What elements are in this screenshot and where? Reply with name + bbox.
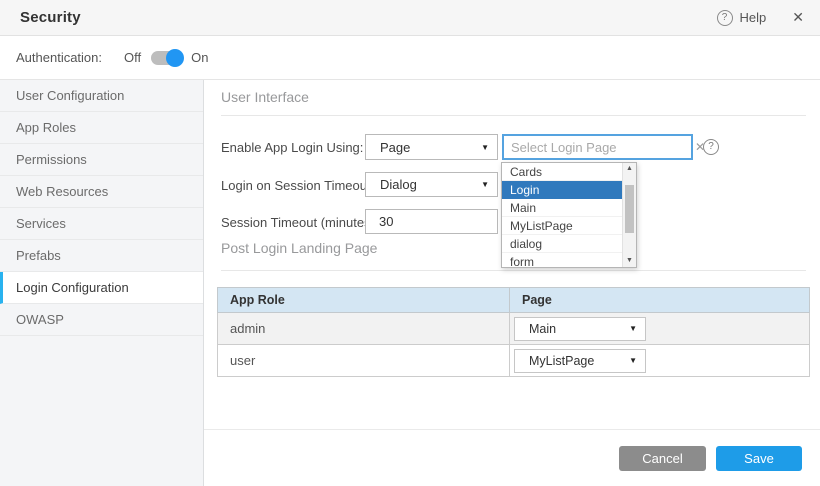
chevron-down-icon: ▼ <box>481 143 497 152</box>
enable-app-login-select[interactable]: Page ▼ <box>365 134 498 160</box>
dropdown-scrollbar[interactable]: ▲ ▼ <box>622 163 636 267</box>
login-page-picker: ✕ <box>502 134 693 160</box>
app-role-cell: user <box>218 345 510 377</box>
sidebar-item-owasp[interactable]: OWASP <box>0 304 203 336</box>
column-header-page: Page <box>510 288 810 313</box>
login-on-session-timeout-select[interactable]: Dialog ▼ <box>365 172 498 197</box>
sidebar-item-services[interactable]: Services <box>0 208 203 240</box>
dropdown-option-login[interactable]: Login <box>502 181 622 199</box>
login-on-session-timeout-value: Dialog <box>366 177 417 192</box>
chevron-down-icon: ▼ <box>629 324 645 333</box>
footer-divider <box>204 429 820 430</box>
help-icon[interactable]: ? <box>717 10 733 26</box>
login-page-search-input[interactable] <box>504 136 687 158</box>
cancel-button[interactable]: Cancel <box>619 446 706 471</box>
dropdown-option-dialog[interactable]: dialog <box>502 235 622 253</box>
user-page-select[interactable]: MyListPage ▼ <box>514 349 646 373</box>
scroll-up-icon[interactable]: ▲ <box>623 163 636 175</box>
sidebar-item-web-resources[interactable]: Web Resources <box>0 176 203 208</box>
sidebar-item-login-configuration[interactable]: Login Configuration <box>0 272 203 304</box>
session-timeout-input[interactable] <box>365 209 498 234</box>
security-dialog: Security ? Help ✕ Authentication: Off On… <box>0 0 820 486</box>
table-header-row: App Role Page <box>218 288 810 313</box>
session-timeout-label: Session Timeout (minutes): <box>221 215 379 230</box>
sidebar-item-prefabs[interactable]: Prefabs <box>0 240 203 272</box>
column-header-app-role: App Role <box>218 288 510 313</box>
admin-page-select[interactable]: Main ▼ <box>514 317 646 341</box>
enable-app-login-label: Enable App Login Using: <box>221 140 363 155</box>
app-role-cell: admin <box>218 313 510 345</box>
dropdown-option-form[interactable]: form <box>502 253 622 268</box>
scroll-down-icon[interactable]: ▼ <box>623 255 636 267</box>
login-on-session-timeout-label: Login on Session Timeout: <box>221 178 374 193</box>
save-button[interactable]: Save <box>716 446 802 471</box>
user-page-value: MyListPage <box>515 354 594 368</box>
chevron-down-icon: ▼ <box>481 180 497 189</box>
close-icon[interactable]: ✕ <box>792 9 804 26</box>
landing-page-table: App Role Page admin Main ▼ <box>217 287 810 377</box>
page-title: Security <box>20 9 81 26</box>
dropdown-option-mylistpage[interactable]: MyListPage <box>502 217 622 235</box>
toggle-knob <box>166 49 184 67</box>
scrollbar-thumb[interactable] <box>625 185 634 233</box>
chevron-down-icon: ▼ <box>629 356 645 365</box>
sidebar-item-app-roles[interactable]: App Roles <box>0 112 203 144</box>
dialog-header: Security ? Help ✕ <box>0 0 820 36</box>
field-help-icon[interactable]: ? <box>703 139 719 155</box>
settings-sidebar: User Configuration App Roles Permissions… <box>0 80 204 486</box>
sidebar-item-permissions[interactable]: Permissions <box>0 144 203 176</box>
authentication-label: Authentication: <box>16 50 102 65</box>
authentication-toggle[interactable] <box>151 51 181 65</box>
sidebar-item-user-configuration[interactable]: User Configuration <box>0 80 203 112</box>
login-page-dropdown: Cards Login Main MyListPage dialog form … <box>501 162 637 268</box>
admin-page-value: Main <box>515 322 556 336</box>
table-row: user MyListPage ▼ <box>218 345 810 377</box>
authentication-bar: Authentication: Off On <box>0 36 820 80</box>
dropdown-option-main[interactable]: Main <box>502 199 622 217</box>
help-link[interactable]: Help <box>740 10 767 25</box>
login-configuration-panel: User Interface Enable App Login Using: P… <box>204 80 820 486</box>
toggle-on-label: On <box>191 50 208 65</box>
dropdown-option-cards[interactable]: Cards <box>502 163 622 181</box>
table-row: admin Main ▼ <box>218 313 810 345</box>
enable-app-login-value: Page <box>366 140 410 155</box>
toggle-off-label: Off <box>124 50 141 65</box>
section-heading-user-interface: User Interface <box>221 89 806 116</box>
